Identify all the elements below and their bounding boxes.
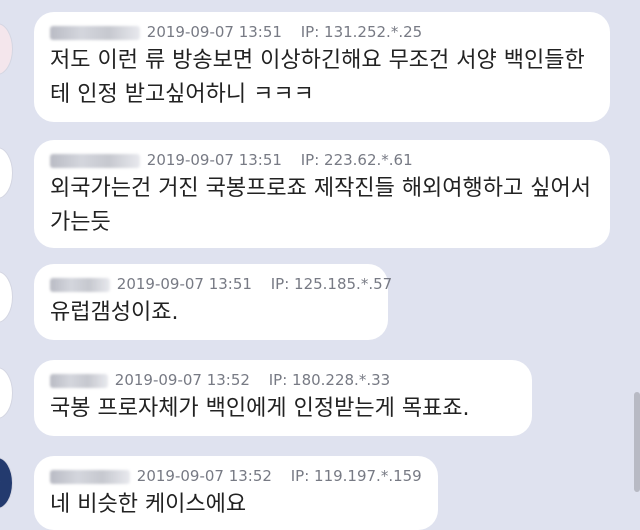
blurred-nickname[interactable]: L (50, 25, 140, 40)
comment-bubble[interactable]: 2019-09-07 13:52 IP: 180.228.*.33 국봉 프로자… (34, 360, 532, 436)
blurred-nickname[interactable] (50, 373, 108, 388)
comment-ip: IP: 131.252.*.25 (300, 23, 423, 41)
comment-timestamp: 2019-09-07 13:51 (146, 23, 282, 41)
comment-ip: IP: 125.185.*.57 (270, 275, 393, 293)
comment-timestamp: 2019-09-07 13:52 (114, 371, 250, 389)
comment-meta: L 2019-09-07 13:51 IP: 131.252.*.25 (50, 22, 596, 42)
comment-timestamp: 2019-09-07 13:52 (136, 467, 272, 485)
comment-text: 네 비슷한 케이스에요 (50, 492, 247, 517)
comment-timestamp: 2019-09-07 13:51 (116, 275, 252, 293)
comment-meta: 2019-09-07 13:51 IP: 125.185.*.57 (50, 274, 392, 294)
comment-bubble[interactable]: 2019-09-07 13:52 IP: 119.197.*.159 네 비슷한… (34, 456, 438, 530)
comment-meta: 2019-09-07 13:52 IP: 180.228.*.33 (50, 370, 518, 390)
blurred-nickname[interactable] (50, 469, 130, 484)
comment-ip: IP: 180.228.*.33 (268, 371, 391, 389)
blurred-nickname[interactable] (50, 277, 110, 292)
team-logo-icon: ✦ (0, 472, 1, 493)
comment-meta: 2019-09-07 13:52 IP: 119.197.*.159 (50, 466, 424, 486)
comment-bubble[interactable]: 2019-09-07 13:51 IP: 223.62.*.61 외국가는건 거… (34, 140, 610, 248)
avatar[interactable]: s (0, 272, 12, 322)
avatar[interactable]: ▌ (0, 368, 12, 418)
comment-text: 국봉 프로자체가 백인에게 인정받는게 목표죠. (50, 396, 470, 421)
comment-meta: 2019-09-07 13:51 IP: 223.62.*.61 (50, 150, 596, 170)
comment-bubble[interactable]: 2019-09-07 13:51 IP: 125.185.*.57 유럽갬성이죠… (34, 264, 392, 340)
comment-bubble[interactable]: L 2019-09-07 13:51 IP: 131.252.*.25 저도 이… (34, 12, 610, 122)
comment-text: 저도 이런 류 방송보면 이상하긴해요 무조건 서양 백인들한테 인정 받고싶어… (50, 48, 585, 107)
comment-ip: IP: 119.197.*.159 (290, 467, 422, 485)
comment-text: 유럽갬성이죠. (50, 300, 179, 325)
comment-text: 외국가는건 거진 국봉프로죠 제작진들 해외여행하고 싶어서 가는듯 (50, 176, 591, 235)
avatar[interactable]: s (0, 148, 12, 198)
blurred-nickname[interactable] (50, 153, 140, 168)
avatar[interactable]: ✦ (0, 458, 12, 508)
avatar[interactable]: ✿ (0, 24, 12, 74)
scrollbar[interactable] (634, 392, 640, 492)
comment-ip: IP: 223.62.*.61 (300, 151, 413, 169)
comment-timestamp: 2019-09-07 13:51 (146, 151, 282, 169)
